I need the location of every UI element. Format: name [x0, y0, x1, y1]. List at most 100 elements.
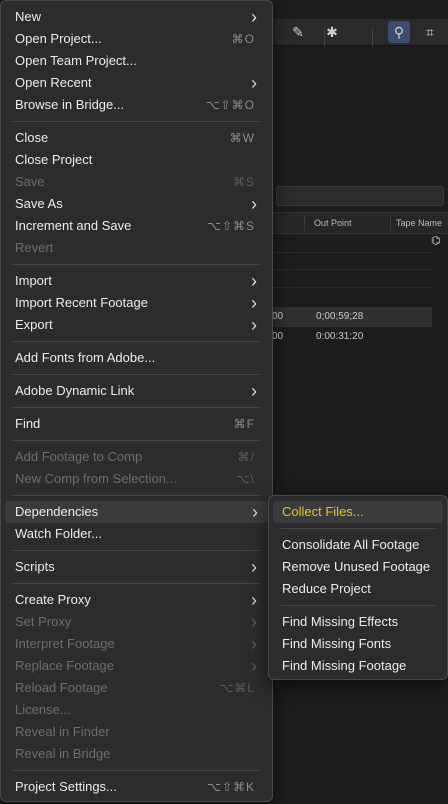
menu-item-label: Reveal in Finder	[15, 724, 110, 739]
menu-item-remove-unused-footage[interactable]: Remove Unused Footage	[269, 556, 447, 578]
table-row[interactable]: 00 0;00;59;28	[270, 307, 432, 327]
menu-item-label: Collect Files...	[282, 504, 364, 519]
menu-item-adobe-dynamic-link[interactable]: Adobe Dynamic Link ›	[1, 380, 267, 402]
menu-item-open-recent[interactable]: Open Recent ›	[1, 72, 267, 94]
row-cell: 00	[272, 311, 284, 322]
menu-item-export[interactable]: Export ›	[1, 314, 267, 336]
menu-item-find-missing-fonts[interactable]: Find Missing Fonts	[269, 633, 447, 655]
menu-item-label: Close Project	[15, 152, 93, 167]
menu-item-replace-footage: Replace Footage ›	[1, 655, 267, 677]
menu-item-shortcut: ⌥\	[235, 472, 255, 486]
menu-item-label: New Comp from Selection...	[15, 471, 177, 486]
menu-item-open-team-project[interactable]: Open Team Project...	[1, 50, 267, 72]
project-search-input[interactable]	[276, 186, 444, 206]
menu-item-set-proxy: Set Proxy ›	[1, 611, 267, 633]
menu-item-label: Find Missing Fonts	[282, 636, 392, 651]
menu-item-label: Reduce Project	[282, 581, 371, 596]
menu-item-label: Remove Unused Footage	[282, 559, 431, 574]
menu-item-find-missing-footage[interactable]: Find Missing Footage	[269, 655, 447, 677]
menu-item-label: Find Missing Footage	[282, 658, 407, 673]
menu-item-import-recent-footage[interactable]: Import Recent Footage ›	[1, 292, 267, 314]
menu-item-label: Consolidate All Footage	[282, 537, 420, 552]
menu-item-label: Adobe Dynamic Link	[15, 383, 135, 398]
menu-separator	[13, 550, 260, 551]
column-divider	[390, 215, 391, 231]
menu-item-label: License...	[15, 702, 71, 717]
chevron-right-icon: ›	[251, 557, 257, 577]
menu-item-scripts[interactable]: Scripts ›	[1, 556, 267, 578]
menu-item-label: Dependencies	[15, 504, 99, 519]
menu-item-label: Add Fonts from Adobe...	[15, 350, 156, 365]
column-header-tape-name[interactable]: Tape Name	[396, 218, 442, 228]
pen-tool-icon[interactable]: ✎	[288, 22, 308, 42]
puppet-pin-tool-icon[interactable]: ✱	[322, 22, 342, 42]
menu-item-shortcut: ⌘F	[233, 417, 255, 431]
column-header-out-point[interactable]: Out Point	[314, 218, 352, 228]
menu-item-watch-folder[interactable]: Watch Folder...	[1, 523, 267, 545]
menu-item-consolidate-all-footage[interactable]: Consolidate All Footage	[269, 534, 447, 556]
row-divider	[270, 269, 432, 270]
menu-item-label: Import	[15, 273, 52, 288]
menu-item-label: Save As	[15, 196, 63, 211]
menu-item-license: License...	[1, 699, 267, 721]
chevron-right-icon: ›	[251, 293, 257, 313]
menu-item-reveal-in-finder: Reveal in Finder	[1, 721, 267, 743]
menu-item-label: Revert	[15, 240, 54, 255]
menu-item-revert: Revert	[1, 237, 267, 259]
menu-separator	[13, 121, 260, 122]
menu-item-label: Create Proxy	[15, 592, 91, 607]
chevron-right-icon: ›	[251, 634, 257, 654]
menu-item-label: Import Recent Footage	[15, 295, 148, 310]
menu-item-dependencies[interactable]: Dependencies ›	[5, 501, 268, 523]
menu-item-find[interactable]: Find ⌘F	[1, 413, 267, 435]
table-row[interactable]: 00 0:00:31:20	[270, 327, 432, 347]
menu-item-shortcut: ⌥⇧⌘O	[205, 98, 255, 112]
menu-separator	[13, 374, 260, 375]
menu-item-label: Open Project...	[15, 31, 102, 46]
menu-item-new[interactable]: New ›	[1, 6, 267, 28]
menu-item-close-project[interactable]: Close Project	[1, 149, 267, 171]
menu-item-browse-in-bridge[interactable]: Browse in Bridge... ⌥⇧⌘O	[1, 94, 267, 116]
menu-item-label: Project Settings...	[15, 779, 117, 794]
chevron-right-icon: ›	[251, 7, 257, 27]
menu-item-open-project[interactable]: Open Project... ⌘O	[1, 28, 267, 50]
roto-tool-icon[interactable]: ⚲	[389, 22, 409, 42]
menu-item-collect-files[interactable]: Collect Files...	[273, 501, 443, 523]
chevron-right-icon: ›	[251, 381, 257, 401]
menu-item-project-settings[interactable]: Project Settings... ⌥⇧⌘K	[1, 776, 267, 798]
menu-item-find-missing-effects[interactable]: Find Missing Effects	[269, 611, 447, 633]
menu-item-shortcut: ⌥⌘L	[219, 681, 255, 695]
menu-item-label: Add Footage to Comp	[15, 449, 143, 464]
chevron-right-icon: ›	[251, 271, 257, 291]
menu-item-reduce-project[interactable]: Reduce Project	[269, 578, 447, 600]
row-divider	[270, 287, 432, 288]
menu-separator	[281, 528, 435, 529]
menu-item-label: Close	[15, 130, 49, 145]
project-column-headers: Out Point Tape Name	[270, 212, 448, 234]
menu-item-close[interactable]: Close ⌘W	[1, 127, 267, 149]
menu-item-import[interactable]: Import ›	[1, 270, 267, 292]
menu-separator	[13, 407, 260, 408]
menu-item-increment-and-save[interactable]: Increment and Save ⌥⇧⌘S	[1, 215, 267, 237]
menu-separator	[13, 341, 260, 342]
menu-item-new-comp-from-selection: New Comp from Selection... ⌥\	[1, 468, 267, 490]
menu-item-add-fonts-from-adobe[interactable]: Add Fonts from Adobe...	[1, 347, 267, 369]
menu-separator	[13, 770, 260, 771]
menu-separator	[281, 605, 435, 606]
menu-item-create-proxy[interactable]: Create Proxy ›	[1, 589, 267, 611]
chevron-right-icon: ›	[251, 590, 257, 610]
menu-separator	[13, 583, 260, 584]
menu-item-shortcut: ⌘S	[232, 175, 255, 189]
menu-item-label: Open Recent	[15, 75, 92, 90]
menu-item-save-as[interactable]: Save As ›	[1, 193, 267, 215]
menu-item-shortcut: ⌥⇧⌘K	[207, 780, 255, 794]
menu-separator	[13, 495, 260, 496]
row-out-point: 0:00:31:20	[316, 331, 364, 342]
chevron-right-icon: ›	[251, 656, 257, 676]
flowchart-icon[interactable]: ⌬	[431, 234, 441, 247]
menu-item-reload-footage: Reload Footage ⌥⌘L	[1, 677, 267, 699]
snapping-tool-icon[interactable]: ⌗	[420, 22, 440, 42]
dependencies-submenu: Collect Files... Consolidate All Footage R…	[268, 495, 448, 680]
menu-item-save: Save ⌘S	[1, 171, 267, 193]
menu-item-label: Find	[15, 416, 41, 431]
